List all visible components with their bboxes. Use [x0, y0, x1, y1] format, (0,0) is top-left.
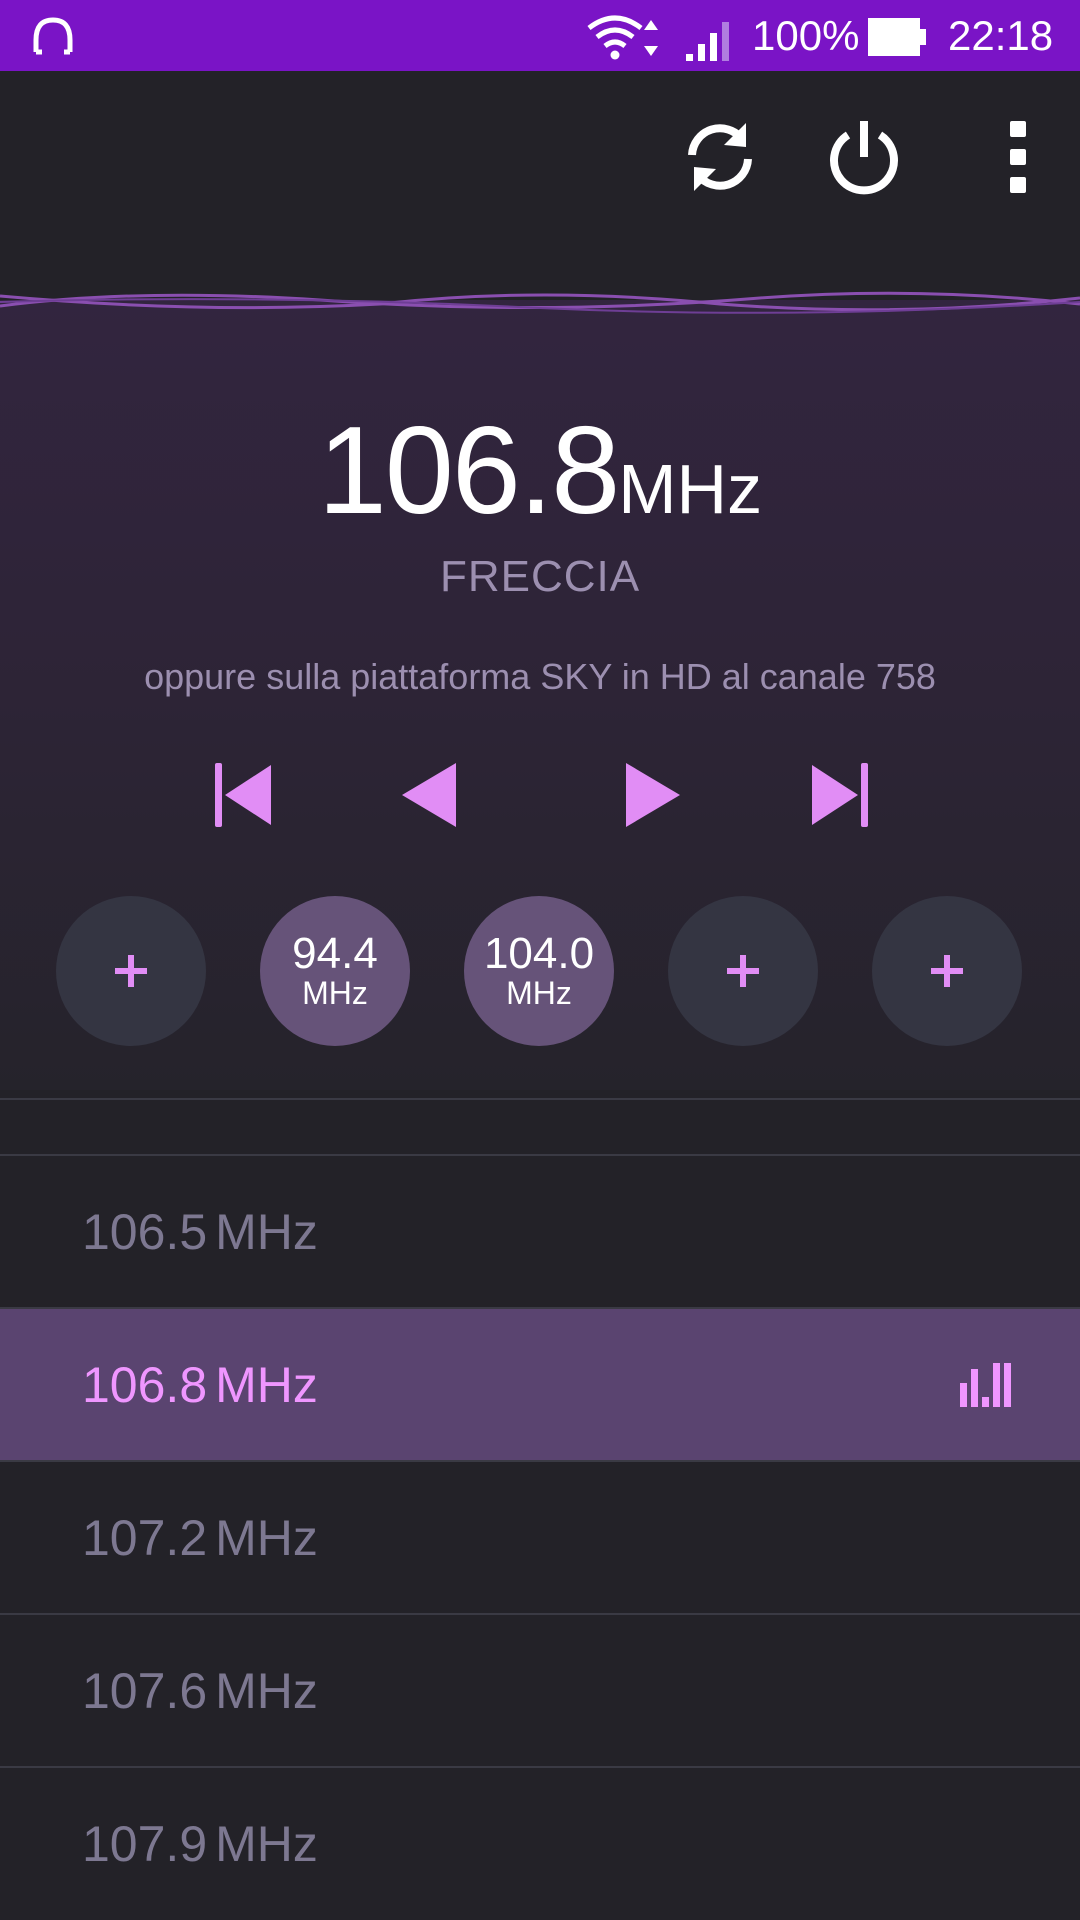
rds-text: oppure sulla piattaforma SKY in HD al ca…	[144, 656, 936, 697]
battery-icon	[868, 18, 926, 56]
station-name: FRECCIA	[439, 552, 641, 601]
seek-forward-icon[interactable]	[612, 755, 692, 835]
station-list: 106.5 MHz 106.8 MHz 107.2 MHz 107.6 MHz 107.…	[0, 1098, 1080, 1919]
station-frequency-value: 107.9	[82, 1815, 208, 1872]
preset-add-button[interactable]	[56, 896, 206, 1046]
station-row[interactable]: 106.5 MHz	[0, 1156, 1080, 1309]
seek-backward-icon[interactable]	[390, 755, 470, 835]
preset-frequency: 104.0	[483, 929, 595, 978]
headset-icon	[33, 17, 73, 55]
preset-unit: MHz	[302, 975, 368, 1011]
preset-button[interactable]: 94.4 MHz	[260, 896, 410, 1046]
station-frequency: 106.8 MHz	[82, 1356, 318, 1414]
station-frequency: 107.2 MHz	[82, 1509, 318, 1567]
station-row[interactable]: 107.6 MHz	[0, 1615, 1080, 1768]
station-frequency: 107.9 MHz	[82, 1815, 318, 1873]
current-frequency: 106.8MHz	[0, 400, 1080, 542]
clock: 22:18	[948, 12, 1054, 59]
preset-frequency: 94.4	[292, 929, 378, 978]
station-frequency: 106.5 MHz	[82, 1203, 318, 1261]
frequency-unit: MHz	[618, 450, 763, 528]
status-bar: 100% 22:18	[0, 0, 1080, 71]
station-frequency-unit: MHz	[215, 1203, 318, 1260]
preset-add-button[interactable]	[668, 896, 818, 1046]
station-row[interactable]: 107.9 MHz	[0, 1768, 1080, 1919]
preset-unit: MHz	[506, 975, 572, 1011]
station-frequency-unit: MHz	[215, 1662, 318, 1719]
more-options-icon[interactable]	[976, 117, 1056, 197]
skip-to-last-icon[interactable]	[800, 755, 880, 835]
station-frequency: 107.6 MHz	[82, 1662, 318, 1720]
station-frequency-value: 106.5	[82, 1203, 208, 1260]
plus-icon	[931, 955, 963, 987]
plus-icon	[115, 955, 147, 987]
now-playing-panel: 106.8MHz FRECCIA oppure sulla piattaform…	[0, 300, 1080, 1090]
wave-decoration	[0, 291, 1080, 314]
toolbar	[0, 71, 1080, 251]
station-row-active[interactable]: 106.8 MHz	[0, 1309, 1080, 1462]
frequency-value: 106.8	[317, 402, 620, 540]
now-playing-equalizer-icon	[960, 1363, 1011, 1407]
station-frequency-value: 107.2	[82, 1509, 208, 1566]
skip-to-first-icon[interactable]	[203, 755, 283, 835]
plus-icon	[727, 955, 759, 987]
station-frequency-unit: MHz	[215, 1509, 318, 1566]
refresh-icon[interactable]	[680, 117, 760, 197]
station-frequency-value: 106.8	[82, 1356, 208, 1413]
station-row[interactable]: 107.2 MHz	[0, 1462, 1080, 1615]
station-frequency-value: 107.6	[82, 1662, 208, 1719]
station-frequency-unit: MHz	[215, 1815, 318, 1872]
wifi-icon	[587, 15, 658, 60]
preset-button[interactable]: 104.0 MHz	[464, 896, 614, 1046]
battery-percent: 100%	[752, 12, 860, 59]
signal-icon	[686, 22, 729, 61]
power-icon[interactable]	[824, 117, 904, 197]
preset-add-button[interactable]	[872, 896, 1022, 1046]
station-frequency-unit: MHz	[215, 1356, 318, 1413]
